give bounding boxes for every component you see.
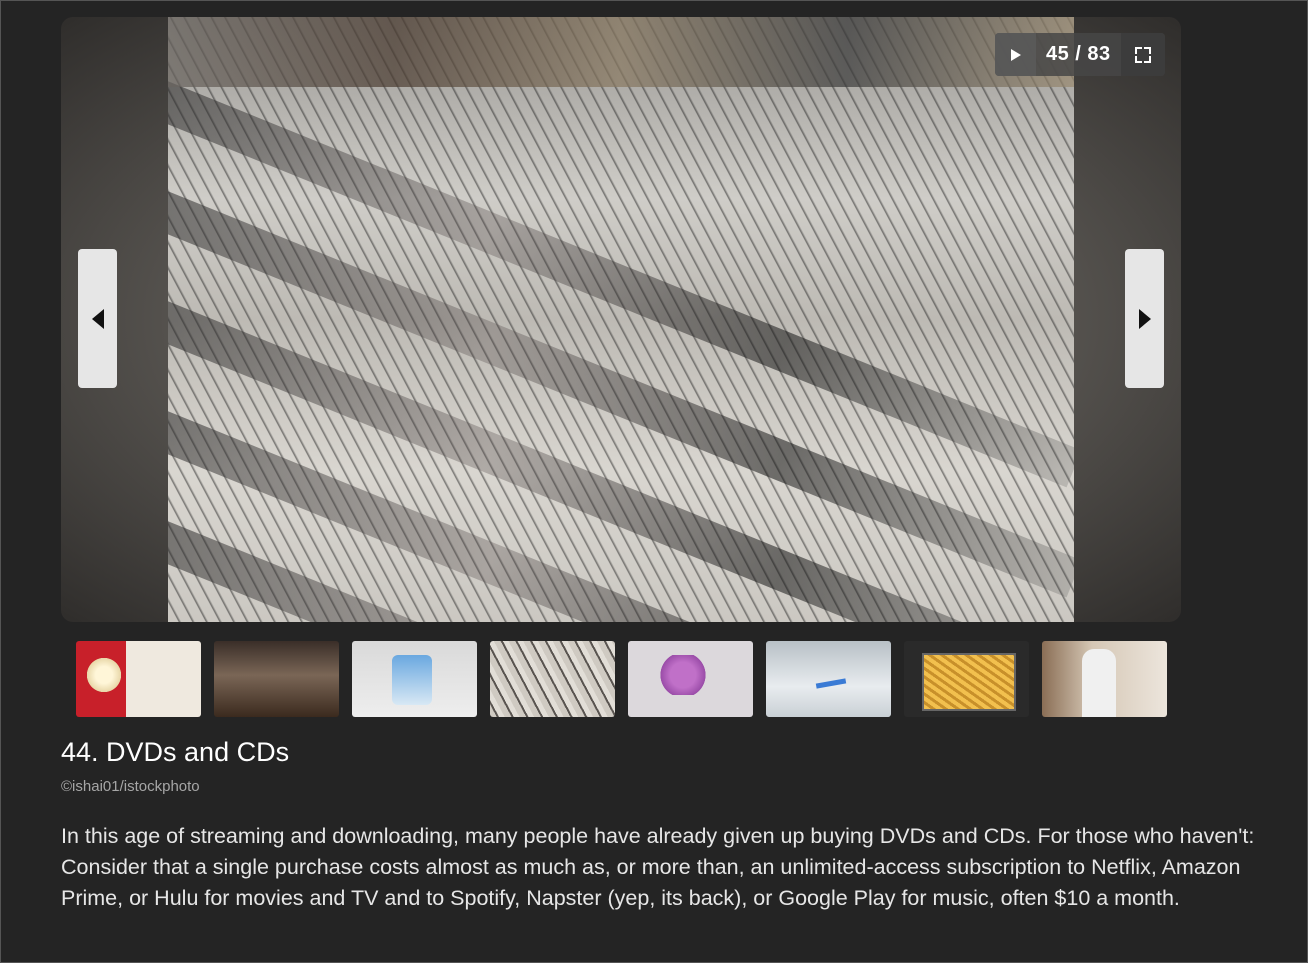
previous-slide-button[interactable] <box>78 249 117 388</box>
slideshow-toolbar: 45 / 83 <box>995 33 1165 76</box>
thumbnail-man-reading[interactable] <box>1042 641 1167 717</box>
thumbnail-popcorn[interactable] <box>76 641 201 717</box>
thumbnail-water-filter[interactable] <box>352 641 477 717</box>
thumbnail-razor[interactable] <box>766 641 891 717</box>
chevron-right-icon <box>1138 308 1151 329</box>
slide-description: In this age of streaming and downloading… <box>61 824 1255 910</box>
slide-title: 44. DVDs and CDs <box>61 737 290 767</box>
slide-counter: 45 / 83 <box>1046 43 1111 65</box>
chevron-left-icon <box>91 308 104 329</box>
thumbnail-toy[interactable] <box>628 641 753 717</box>
thumbnail-figurines[interactable] <box>214 641 339 717</box>
thumbnail-fries[interactable] <box>904 641 1029 717</box>
slide-photo <box>168 17 1074 622</box>
thumbnail-strip <box>76 641 1167 717</box>
fullscreen-button[interactable] <box>1120 33 1165 76</box>
play-icon <box>1010 48 1021 61</box>
photo-credit: ©ishai01/istockphoto <box>61 778 200 795</box>
fullscreen-icon <box>1134 46 1151 63</box>
next-slide-button[interactable] <box>1125 249 1164 388</box>
slideshow-viewer: 45 / 83 <box>61 17 1181 622</box>
thumbnail-dvd-cases[interactable] <box>490 641 615 717</box>
play-button[interactable] <box>995 33 1036 76</box>
